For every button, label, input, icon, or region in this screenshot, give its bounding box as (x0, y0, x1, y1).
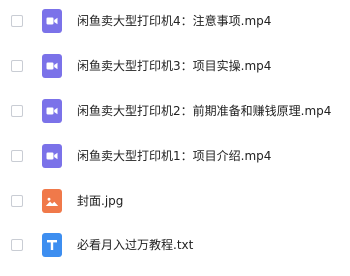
file-row[interactable]: 闲鱼卖大型打印机1：项目介绍.mp4 (0, 135, 350, 177)
select-checkbox[interactable] (11, 150, 23, 162)
file-row[interactable]: 闲鱼卖大型打印机2：前期准备和赚钱原理.mp4 (0, 90, 350, 132)
video-file-icon (42, 54, 62, 78)
select-checkbox[interactable] (11, 105, 23, 117)
file-name[interactable]: 必看月入过万教程.txt (77, 237, 193, 253)
image-file-icon (42, 189, 62, 213)
file-name[interactable]: 闲鱼卖大型打印机1：项目介绍.mp4 (77, 148, 271, 164)
video-file-icon (42, 9, 62, 33)
select-checkbox[interactable] (11, 15, 23, 27)
select-checkbox[interactable] (11, 195, 23, 207)
select-checkbox[interactable] (11, 239, 23, 251)
file-name[interactable]: 封面.jpg (77, 193, 123, 209)
text-file-icon (42, 233, 62, 257)
video-file-icon (42, 99, 62, 123)
select-checkbox[interactable] (11, 60, 23, 72)
file-name[interactable]: 闲鱼卖大型打印机2：前期准备和赚钱原理.mp4 (77, 103, 331, 119)
file-list: 闲鱼卖大型打印机4：注意事项.mp4 闲鱼卖大型打印机3：项目实操.mp4 闲鱼… (0, 0, 350, 276)
file-row[interactable]: 必看月入过万教程.txt (0, 224, 350, 266)
file-name[interactable]: 闲鱼卖大型打印机3：项目实操.mp4 (77, 58, 271, 74)
file-row[interactable]: 闲鱼卖大型打印机4：注意事项.mp4 (0, 0, 350, 42)
video-file-icon (42, 144, 62, 168)
file-name[interactable]: 闲鱼卖大型打印机4：注意事项.mp4 (77, 13, 271, 29)
file-row[interactable]: 闲鱼卖大型打印机3：项目实操.mp4 (0, 45, 350, 87)
file-row[interactable]: 封面.jpg (0, 180, 350, 222)
